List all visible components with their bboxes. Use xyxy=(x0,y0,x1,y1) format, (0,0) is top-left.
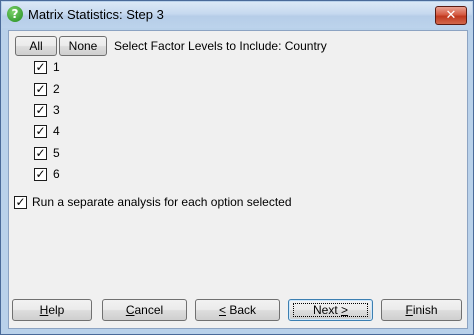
level-checkbox-6[interactable]: ✓ xyxy=(34,168,47,181)
level-label-6: 6 xyxy=(53,167,60,181)
next-button[interactable]: Next > xyxy=(288,299,373,321)
help-button[interactable]: Help xyxy=(12,299,92,321)
level-label-1: 1 xyxy=(53,60,60,74)
select-none-button[interactable]: None xyxy=(59,36,107,56)
level-label-4: 4 xyxy=(53,124,60,138)
level-label-5: 5 xyxy=(53,146,60,160)
level-checkbox-1[interactable]: ✓ xyxy=(34,61,47,74)
factor-levels-prompt: Select Factor Levels to Include: Country xyxy=(114,39,327,53)
dialog-window: ? Matrix Statistics: Step 3 ✕ All None S… xyxy=(0,0,474,335)
back-button[interactable]: < Back xyxy=(195,299,280,321)
check-mark-icon: ✓ xyxy=(35,103,46,117)
focus-rectangle xyxy=(293,303,368,317)
separate-analysis-checkbox[interactable]: ✓ xyxy=(14,196,27,209)
close-button[interactable]: ✕ xyxy=(435,6,467,25)
finish-accelerator: F xyxy=(405,303,413,317)
level-checkbox-4[interactable]: ✓ xyxy=(34,125,47,138)
back-label-post: Back xyxy=(226,303,257,317)
select-all-button[interactable]: All xyxy=(15,36,57,56)
window-title: Matrix Statistics: Step 3 xyxy=(28,7,164,22)
cancel-label-post: ancel xyxy=(134,303,164,317)
help-label-post: elp xyxy=(48,303,65,317)
level-checkbox-2[interactable]: ✓ xyxy=(34,83,47,96)
level-checkbox-3[interactable]: ✓ xyxy=(34,104,47,117)
cancel-button[interactable]: Cancel xyxy=(102,299,187,321)
check-mark-icon: ✓ xyxy=(35,124,46,138)
level-checkbox-5[interactable]: ✓ xyxy=(34,147,47,160)
check-mark-icon: ✓ xyxy=(35,167,46,181)
dialog-body: All None Select Factor Levels to Include… xyxy=(8,30,468,329)
level-label-3: 3 xyxy=(53,103,60,117)
separate-analysis-label: Run a separate analysis for each option … xyxy=(32,195,292,209)
check-mark-icon: ✓ xyxy=(15,195,26,209)
level-label-2: 2 xyxy=(53,82,60,96)
title-bar[interactable]: ? Matrix Statistics: Step 3 ✕ xyxy=(2,2,472,28)
check-mark-icon: ✓ xyxy=(35,146,46,160)
help-question-icon: ? xyxy=(7,6,23,22)
finish-button[interactable]: Finish xyxy=(381,299,462,321)
back-accelerator: < xyxy=(218,303,226,317)
check-mark-icon: ✓ xyxy=(35,82,46,96)
finish-label-post: inish xyxy=(412,303,438,317)
check-mark-icon: ✓ xyxy=(35,60,46,74)
